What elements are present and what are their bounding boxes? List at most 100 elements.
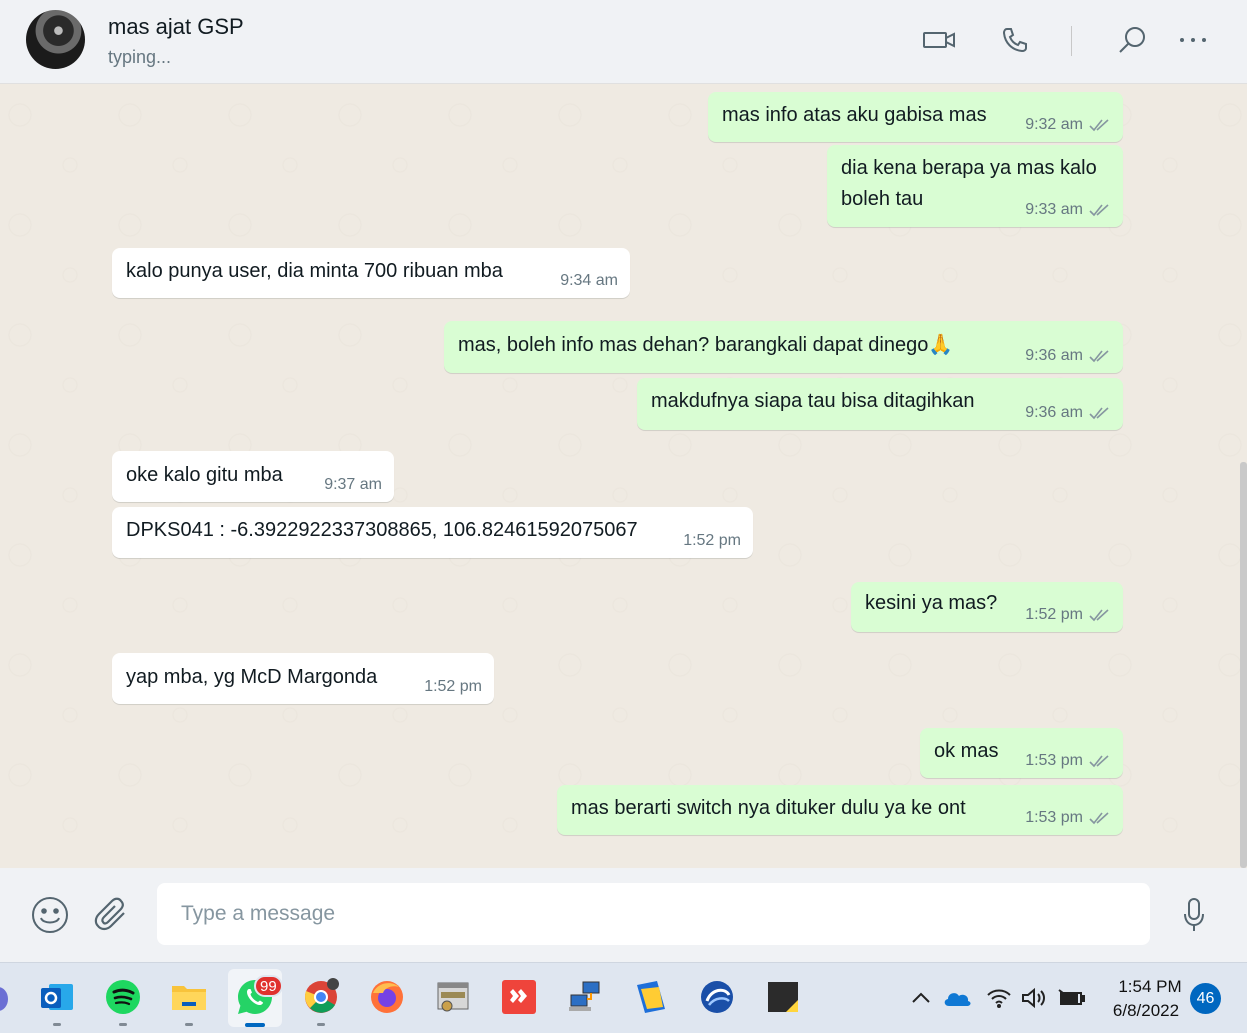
notification-center-badge[interactable]: 46 — [1190, 983, 1221, 1014]
message-bubble[interactable]: mas info atas aku gabisa mas 9:32 am — [708, 92, 1123, 142]
onedrive-cloud-icon — [944, 993, 971, 1006]
onedrive-button[interactable] — [941, 983, 973, 1013]
message-bubble[interactable]: oke kalo gitu mba 9:37 am — [112, 451, 394, 502]
message-time: 9:33 am — [1025, 201, 1083, 218]
message-meta: 9:32 am — [1025, 116, 1111, 134]
message-time: 1:52 pm — [683, 532, 741, 549]
more-options-icon — [1180, 38, 1206, 42]
message-meta: 9:36 am — [1025, 404, 1111, 422]
taskbar-winscp[interactable] — [631, 977, 671, 1017]
read-ticks-icon — [1089, 812, 1109, 825]
running-indicator — [185, 1023, 193, 1026]
message-time: 9:36 am — [1025, 404, 1083, 421]
menu-button[interactable] — [1175, 22, 1211, 58]
partial-app-icon[interactable] — [0, 987, 8, 1011]
volume-button[interactable] — [1020, 983, 1048, 1013]
windows-taskbar: 99 1:54 PM 6/8/2022 46 — [0, 962, 1247, 1033]
browser-icon — [701, 981, 733, 1013]
firefox-icon — [371, 981, 403, 1013]
taskbar-outlook[interactable] — [37, 977, 77, 1017]
clock-time[interactable]: 1:54 PM — [1110, 977, 1190, 997]
message-bubble[interactable]: yap mba, yg McD Margonda 1:52 pm — [112, 653, 494, 704]
attach-button[interactable] — [92, 895, 132, 935]
taskbar-sticky-notes[interactable] — [763, 977, 803, 1017]
outlook-icon — [41, 984, 73, 1010]
message-time: 1:52 pm — [424, 678, 482, 695]
taskbar-system-app[interactable] — [433, 977, 473, 1017]
sticky-notes-icon — [768, 982, 798, 1012]
message-text: mas, boleh info mas dehan? barangkali da… — [458, 334, 954, 356]
running-indicator — [53, 1023, 61, 1026]
video-camera-icon — [923, 32, 955, 48]
emoji-button[interactable] — [30, 895, 70, 935]
read-ticks-icon — [1089, 755, 1109, 768]
video-call-button[interactable] — [921, 22, 957, 58]
contact-avatar[interactable] — [26, 10, 85, 69]
message-time: 9:36 am — [1025, 347, 1083, 364]
message-bubble[interactable]: mas berarti switch nya dituker dulu ya k… — [557, 785, 1123, 835]
winscp-icon — [637, 981, 665, 1013]
emoji-icon — [32, 897, 68, 933]
message-time: 9:37 am — [324, 476, 382, 493]
paperclip-icon — [94, 897, 125, 931]
wifi-button[interactable] — [985, 983, 1013, 1013]
chrome-icon — [305, 978, 339, 1013]
active-indicator — [245, 1023, 265, 1027]
message-list[interactable]: mas info atas aku gabisa mas 9:32 am dia… — [0, 85, 1247, 868]
voice-call-button[interactable] — [997, 22, 1033, 58]
taskbar-spotify[interactable] — [103, 977, 143, 1017]
contact-name[interactable]: mas ajat GSP — [108, 14, 244, 40]
message-meta: 1:52 pm — [1025, 606, 1111, 624]
message-bubble[interactable]: mas, boleh info mas dehan? barangkali da… — [444, 321, 1123, 373]
chat-scrollbar[interactable] — [1240, 462, 1247, 868]
microphone-icon — [1184, 898, 1204, 931]
read-ticks-icon — [1089, 350, 1109, 363]
taskbar-chrome[interactable] — [301, 977, 341, 1017]
clock-date[interactable]: 6/8/2022 — [1106, 1001, 1186, 1021]
voice-message-button[interactable] — [1176, 895, 1212, 935]
chevron-up-icon — [912, 992, 930, 1003]
taskbar-browser[interactable] — [697, 977, 737, 1017]
read-ticks-icon — [1089, 609, 1109, 622]
taskbar-file-explorer[interactable] — [169, 977, 209, 1017]
taskbar-network-app[interactable] — [565, 977, 605, 1017]
message-input[interactable] — [157, 883, 1150, 945]
message-text: mas info atas aku gabisa mas — [722, 104, 987, 126]
search-icon — [1119, 27, 1145, 53]
battery-charging-icon — [1058, 989, 1085, 1005]
network-computers-icon — [569, 981, 600, 1011]
message-bubble[interactable]: DPKS041 : -6.3922922337308865, 106.82461… — [112, 507, 753, 558]
taskbar-firefox[interactable] — [367, 977, 407, 1017]
message-meta: 1:52 pm — [683, 532, 741, 550]
message-text: ok mas — [934, 740, 999, 762]
running-indicator — [119, 1023, 127, 1026]
message-text: oke kalo gitu mba — [126, 464, 283, 486]
message-text: yap mba, yg McD Margonda — [126, 666, 378, 688]
chat-header: mas ajat GSP typing... — [0, 0, 1247, 84]
message-time: 1:52 pm — [1025, 606, 1083, 623]
read-ticks-icon — [1089, 407, 1109, 420]
running-indicator — [317, 1023, 325, 1026]
message-bubble[interactable]: ok mas 1:53 pm — [920, 728, 1123, 778]
show-hidden-icons-button[interactable] — [908, 983, 934, 1013]
message-meta: 1:53 pm — [1025, 752, 1111, 770]
message-bubble[interactable]: kesini ya mas? 1:52 pm — [851, 582, 1123, 632]
message-text: kalo punya user, dia minta 700 ribuan mb… — [126, 260, 503, 282]
message-text: DPKS041 : -6.3922922337308865, 106.82461… — [126, 519, 638, 541]
read-ticks-icon — [1089, 204, 1109, 217]
unread-badge: 99 — [254, 975, 283, 997]
wifi-icon — [987, 989, 1011, 1008]
taskbar-anydesk[interactable] — [499, 977, 539, 1017]
message-meta: 9:37 am — [324, 476, 382, 494]
message-bubble[interactable]: makdufnya siapa tau bisa ditagihkan 9:36… — [637, 378, 1123, 430]
message-bubble[interactable]: kalo punya user, dia minta 700 ribuan mb… — [112, 248, 630, 298]
message-composer — [0, 868, 1247, 962]
message-text: mas berarti switch nya dituker dulu ya k… — [571, 797, 966, 819]
spotify-icon — [106, 980, 140, 1014]
message-time: 9:34 am — [560, 272, 618, 289]
message-time: 9:32 am — [1025, 116, 1083, 133]
battery-button[interactable] — [1056, 983, 1086, 1013]
message-bubble[interactable]: dia kena berapa ya mas kalo boleh tau 9:… — [827, 145, 1123, 227]
message-meta: 9:33 am — [1025, 201, 1111, 219]
search-button[interactable] — [1114, 22, 1150, 58]
